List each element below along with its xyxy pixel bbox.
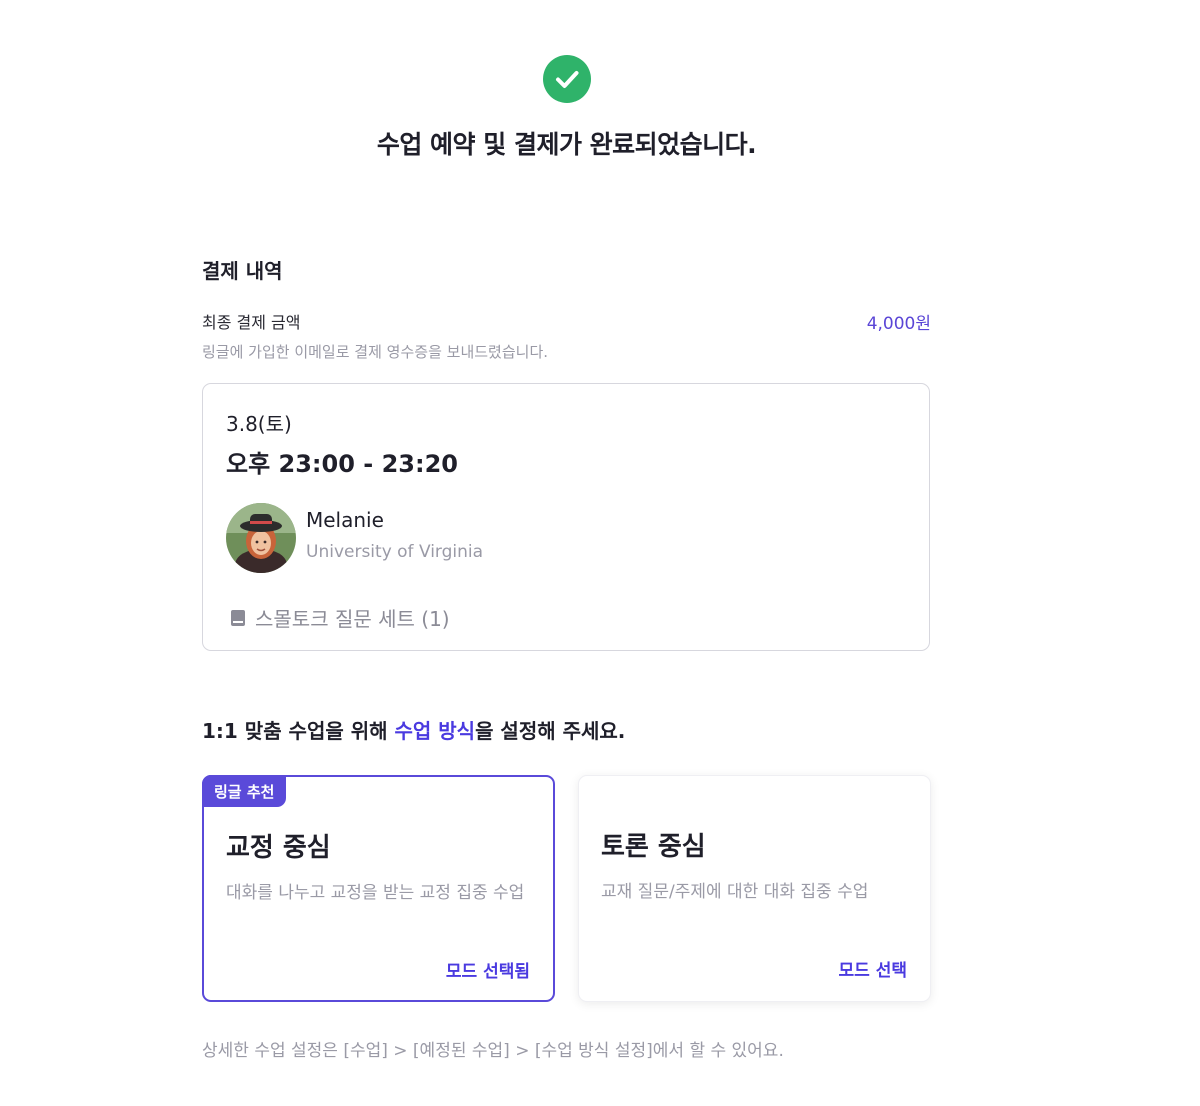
mode-description: 대화를 나누고 교정을 받는 교정 집중 수업 (226, 883, 525, 903)
mode-description: 교재 질문/주제에 대한 대화 집중 수업 (601, 882, 869, 902)
final-amount-label: 최종 결제 금액 (202, 313, 301, 332)
page-title: 수업 예약 및 결제가 완료되었습니다. (376, 130, 757, 159)
lesson-time: 오후 23:00 - 23:20 (226, 450, 458, 478)
settings-path-note: 상세한 수업 설정은 [수업] > [예정된 수업] > [수업 방식 설정]에… (202, 1041, 784, 1061)
receipt-note: 링글에 가입한 이메일로 결제 영수증을 보내드렸습니다. (202, 343, 549, 361)
discussion-mode-card[interactable]: 토론 중심 교재 질문/주제에 대한 대화 집중 수업 모드 선택 (578, 775, 931, 1002)
material-label: 스몰토크 질문 세트 (1) (255, 607, 450, 631)
mode-heading-highlight: 수업 방식 (394, 719, 476, 743)
mode-selected-button[interactable]: 모드 선택됨 (446, 957, 530, 982)
mode-heading-prefix: 1:1 맞춤 수업을 위해 (202, 719, 395, 743)
lesson-date: 3.8(토) (226, 412, 292, 436)
tutor-school: University of Virginia (306, 542, 484, 562)
payment-section-heading: 결제 내역 (202, 259, 283, 283)
lesson-mode-heading: 1:1 맞춤 수업을 위해 수업 방식을 설정해 주세요. (202, 715, 625, 744)
tutor-name: Melanie (306, 508, 384, 532)
select-mode-button[interactable]: 모드 선택 (839, 956, 907, 981)
payment-complete-page: 수업 예약 및 결제가 완료되었습니다. 결제 내역 최종 결제 금액 4,00… (0, 0, 1200, 1106)
lesson-material: 스몰토크 질문 세트 (1) (230, 603, 450, 632)
tutor-avatar (226, 503, 296, 573)
mode-title: 교정 중심 (226, 833, 331, 863)
book-icon (230, 609, 246, 627)
mode-heading-suffix: 을 설정해 주세요. (475, 719, 626, 743)
recommend-badge: 링글 추천 (202, 775, 287, 807)
mode-title: 토론 중심 (601, 832, 706, 862)
final-amount-value: 4,000원 (866, 314, 931, 334)
success-check-icon (543, 55, 591, 103)
correction-mode-card[interactable]: 링글 추천 교정 중심 대화를 나누고 교정을 받는 교정 집중 수업 모드 선… (202, 775, 555, 1002)
lesson-summary-card: 3.8(토) 오후 23:00 - 23:20 Melanie Universi… (202, 383, 930, 651)
